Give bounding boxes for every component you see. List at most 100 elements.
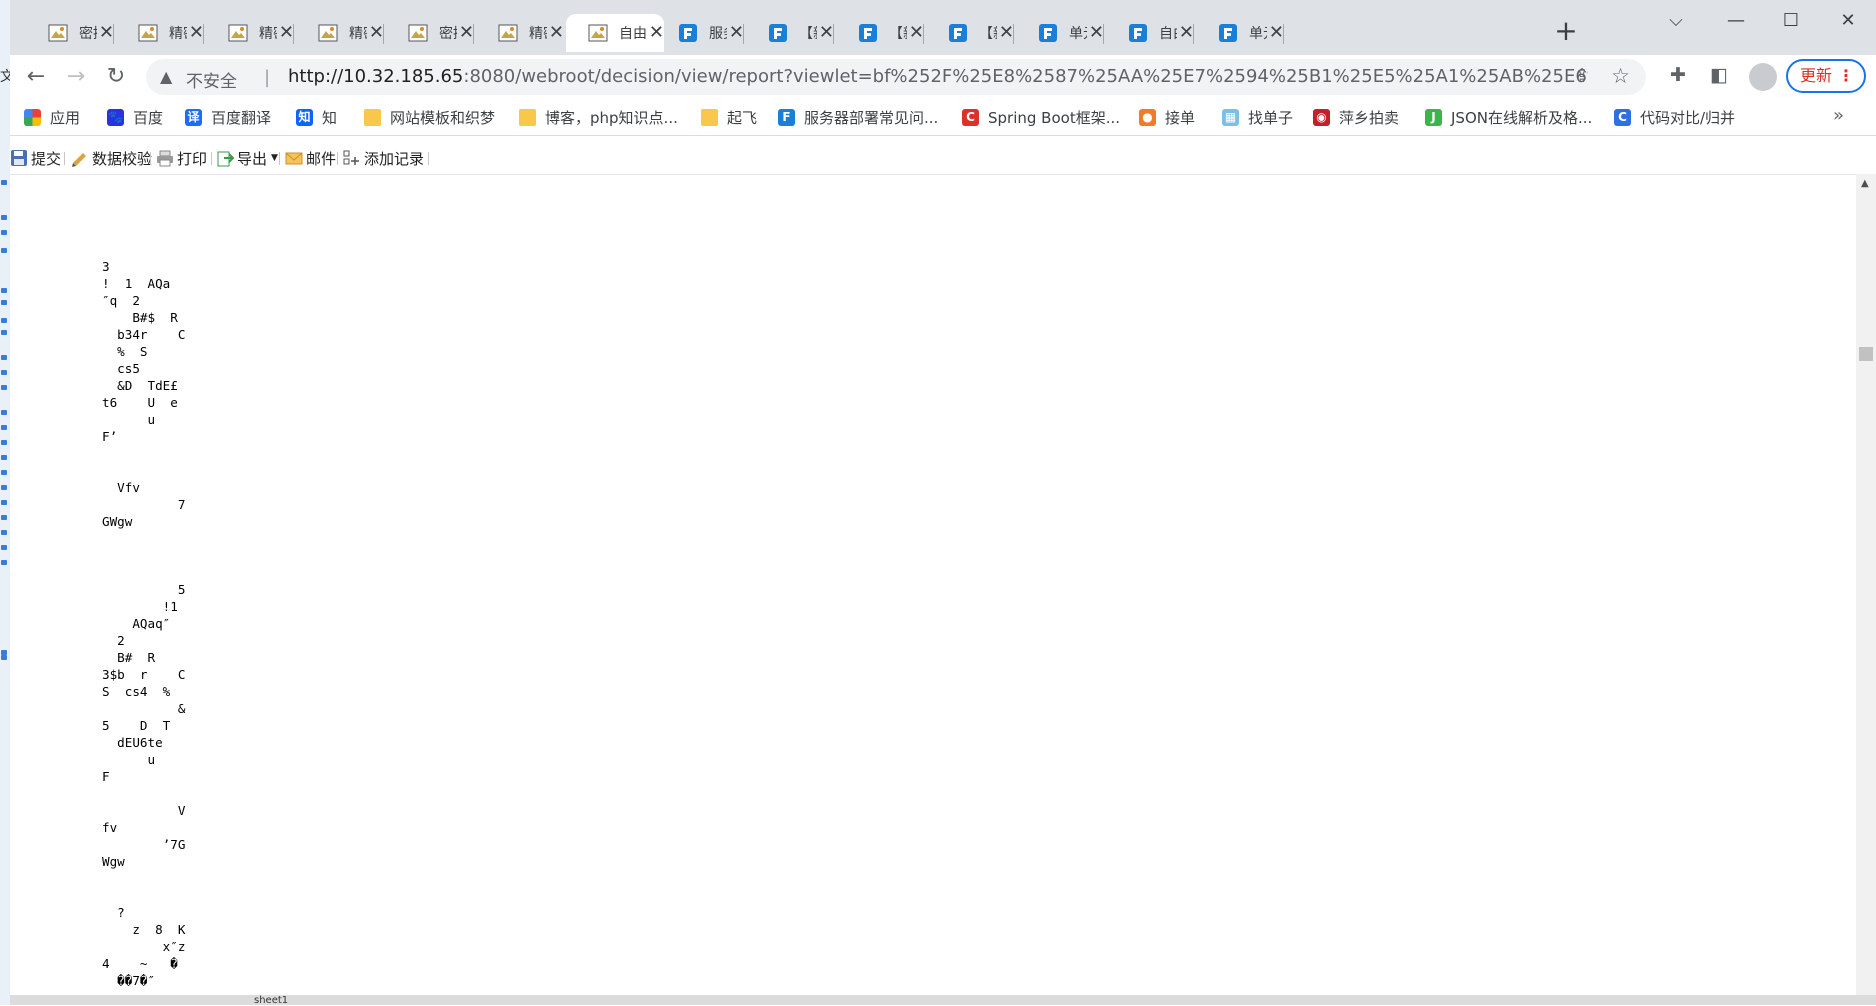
close-tab-icon[interactable]: ✕ xyxy=(459,24,474,42)
navigation-bar: ← → ↻ ▲ 不安全 | http://10.32.185.65:8080/w… xyxy=(10,55,1876,99)
vertical-scrollbar[interactable]: ▲ xyxy=(1856,174,1876,995)
bookmark-11[interactable]: ◉ 萍乡拍卖 xyxy=(1313,107,1399,127)
tab-9[interactable]: 【新✕ xyxy=(836,14,924,52)
profile-avatar[interactable] xyxy=(1749,63,1777,91)
bookmark-9[interactable]: ● 接单 xyxy=(1139,107,1195,127)
bookmark-3[interactable]: 知知 xyxy=(296,107,337,127)
finereport-icon xyxy=(679,24,697,42)
tab-5[interactable]: 精密✕ xyxy=(476,14,564,52)
close-tab-icon[interactable]: ✕ xyxy=(729,24,744,42)
add-record-icon xyxy=(343,150,359,165)
close-window-button[interactable]: ✕ xyxy=(1825,6,1871,36)
bookmark-7[interactable]: F 服务器部署常见问... xyxy=(778,107,938,127)
security-label: 不安全 xyxy=(186,72,237,92)
bookmark-label: 百度 xyxy=(133,108,164,127)
scrollbar-thumb[interactable] xyxy=(1859,347,1873,361)
warning-icon: ▲ xyxy=(160,67,173,86)
extensions-puzzle-icon[interactable]: ✚ xyxy=(1670,64,1686,86)
reload-button[interactable]: ↻ xyxy=(101,62,131,92)
bookmark-8[interactable]: C Spring Boot框架... xyxy=(962,107,1120,127)
tab-1[interactable]: 精密✕ xyxy=(116,14,204,52)
minimize-button[interactable]: — xyxy=(1713,6,1759,36)
validate-pen-icon xyxy=(72,153,86,167)
url-text[interactable]: http://10.32.185.65:8080/webroot/decisio… xyxy=(288,66,1588,87)
tab-0[interactable]: 密接✕ xyxy=(26,14,114,52)
export-button[interactable]: 导出 ▼ xyxy=(216,147,278,169)
report-toolbar: 提交 数据校验 打印 导出 ▼ 邮件 添加记录 xyxy=(10,143,1876,172)
tab-title: 服务 xyxy=(709,26,727,42)
address-bar[interactable]: ▲ 不安全 | http://10.32.185.65:8080/webroot… xyxy=(146,59,1646,95)
bookmark-0[interactable]: 应用 xyxy=(24,107,80,127)
report-garbled-text: 3 ! 1 AQa ″q 2 B#$ R b34r C % S cs5 &D T… xyxy=(102,259,186,988)
close-tab-icon[interactable]: ✕ xyxy=(1269,24,1284,42)
close-tab-icon[interactable]: ✕ xyxy=(99,24,114,42)
close-tab-icon[interactable]: ✕ xyxy=(909,24,924,42)
tab-2[interactable]: 精密✕ xyxy=(206,14,294,52)
tab-title: 【新 xyxy=(979,26,997,42)
close-tab-icon[interactable]: ✕ xyxy=(999,24,1014,42)
bookmark-label: 代码对比/归并 xyxy=(1640,108,1736,127)
auction-icon: ◉ xyxy=(1313,108,1330,126)
tab-13[interactable]: 单元✕ xyxy=(1196,14,1284,52)
tab-4[interactable]: 密接✕ xyxy=(386,14,474,52)
bookmarks-overflow-icon[interactable]: » xyxy=(1833,105,1844,126)
close-tab-icon[interactable]: ✕ xyxy=(819,24,834,42)
tab-title: 精密 xyxy=(169,26,187,42)
close-tab-icon[interactable]: ✕ xyxy=(549,24,564,42)
update-button[interactable]: 更新 ⋮ xyxy=(1786,59,1866,93)
bookmark-13[interactable]: C 代码对比/归并 xyxy=(1614,107,1735,127)
tab-11[interactable]: 单元✕ xyxy=(1016,14,1104,52)
tab-6[interactable]: 自由 ✕ xyxy=(566,14,664,52)
submit-label: 提交 xyxy=(31,149,62,168)
translate-icon: 译 xyxy=(185,108,202,126)
bookmark-5[interactable]: 博客，php知识点... xyxy=(519,107,678,127)
scroll-up-arrow-icon[interactable]: ▲ xyxy=(1861,178,1869,189)
bookmark-label: 接单 xyxy=(1165,108,1196,127)
close-tab-icon[interactable]: ✕ xyxy=(189,24,204,42)
add-record-button[interactable]: 添加记录 xyxy=(343,147,424,169)
bookmark-label: 知 xyxy=(322,108,338,127)
new-tab-button[interactable]: + xyxy=(1548,14,1584,50)
side-panel-icon[interactable]: ◧ xyxy=(1710,64,1728,86)
bottom-sheet-bar xyxy=(10,995,1876,1005)
share-icon[interactable]: ⇪ xyxy=(1574,65,1590,87)
bookmark-label: 萍乡拍卖 xyxy=(1339,108,1400,127)
data-validate-button[interactable]: 数据校验 xyxy=(71,147,152,169)
maximize-button[interactable]: ☐ xyxy=(1768,6,1814,36)
bookmark-label: 服务器部署常见问... xyxy=(804,108,939,127)
tab-10[interactable]: 【新✕ xyxy=(926,14,1014,52)
tab-title: 精密 xyxy=(259,26,277,42)
bookmark-label: 起飞 xyxy=(727,108,758,127)
submit-button[interactable]: 提交 xyxy=(10,147,61,169)
compare-icon: C xyxy=(1614,108,1631,126)
folder-icon xyxy=(519,108,536,126)
bookmark-2[interactable]: 译百度翻译 xyxy=(185,107,271,127)
tab-3[interactable]: 精密✕ xyxy=(296,14,384,52)
tab-title: 【新 xyxy=(799,26,817,42)
bookmark-4[interactable]: 网站模板和织梦 xyxy=(364,107,495,127)
tab-12[interactable]: 自由✕ xyxy=(1106,14,1194,52)
print-button[interactable]: 打印 xyxy=(156,147,207,169)
bookmark-10[interactable]: ▦ 找单子 xyxy=(1222,107,1293,127)
tab-search-icon[interactable]: ⌵ xyxy=(1653,6,1699,36)
add-record-label: 添加记录 xyxy=(364,149,425,168)
back-button[interactable]: ← xyxy=(21,62,51,92)
bookmark-6[interactable]: 起飞 xyxy=(701,107,757,127)
browser-window: + ⌵ — ☐ ✕ 密接✕精密✕精密✕精密✕密接✕精密✕自由✕服务✕【新✕【新✕… xyxy=(10,0,1876,1006)
tab-title: 单元 xyxy=(1249,26,1267,42)
bookmark-1[interactable]: 🐾 百度 xyxy=(107,107,163,127)
sheet-tab[interactable]: sheet1 xyxy=(254,995,288,1006)
report-content-area[interactable]: 3 ! 1 AQa ″q 2 B#$ R b34r C % S cs5 &D T… xyxy=(10,174,1856,996)
bookmark-star-icon[interactable]: ☆ xyxy=(1611,64,1630,88)
close-tab-icon[interactable]: ✕ xyxy=(369,24,384,42)
forward-button[interactable]: → xyxy=(61,62,91,92)
tab-strip: + ⌵ — ☐ ✕ 密接✕精密✕精密✕精密✕密接✕精密✕自由✕服务✕【新✕【新✕… xyxy=(10,0,1876,55)
close-tab-icon[interactable]: ✕ xyxy=(1089,24,1104,42)
close-tab-icon[interactable]: ✕ xyxy=(1179,24,1194,42)
tab-7[interactable]: 服务✕ xyxy=(656,14,744,52)
bookmark-12[interactable]: J JSON在线解析及格... xyxy=(1425,107,1592,127)
zhaodanzi-icon: ▦ xyxy=(1222,108,1239,126)
tab-8[interactable]: 【新✕ xyxy=(746,14,834,52)
mail-button[interactable]: 邮件 xyxy=(285,147,336,169)
close-tab-icon[interactable]: ✕ xyxy=(279,24,294,42)
